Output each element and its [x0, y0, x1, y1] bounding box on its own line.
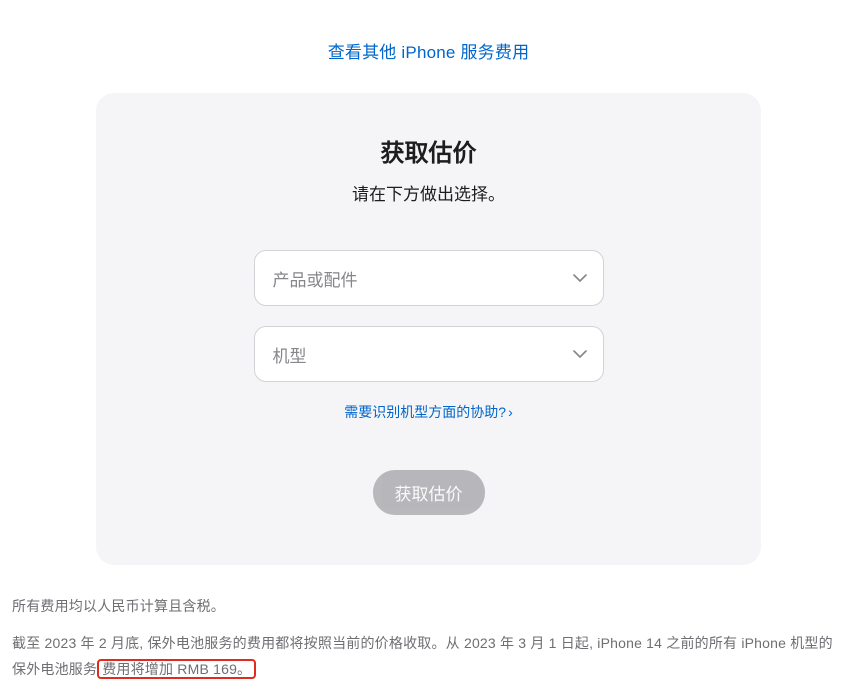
identify-model-help-link[interactable]: 需要识别机型方面的协助?› — [344, 404, 512, 420]
footer-note-2: 截至 2023 年 2 月底, 保外电池服务的费用都将按照当前的价格收取。从 2… — [12, 630, 845, 683]
chevron-right-icon: › — [508, 404, 513, 420]
model-select[interactable]: 机型 — [254, 326, 604, 382]
chevron-down-icon — [573, 274, 587, 282]
estimate-card: 获取估价 请在下方做出选择。 产品或配件 机型 需要识别机型方面的协助?› 获取… — [96, 93, 761, 565]
other-service-fees-link[interactable]: 查看其他 iPhone 服务费用 — [328, 43, 530, 62]
chevron-down-icon — [573, 350, 587, 358]
card-title: 获取估价 — [96, 133, 761, 168]
product-select-placeholder: 产品或配件 — [273, 266, 585, 291]
footer-note-1: 所有费用均以人民币计算且含税。 — [12, 593, 845, 620]
highlighted-text: 费用将增加 RMB 169。 — [97, 659, 256, 679]
footer-notes: 所有费用均以人民币计算且含税。 截至 2023 年 2 月底, 保外电池服务的费… — [0, 565, 857, 683]
get-estimate-button[interactable]: 获取估价 — [373, 470, 485, 515]
card-subtitle: 请在下方做出选择。 — [96, 180, 761, 205]
product-select[interactable]: 产品或配件 — [254, 250, 604, 306]
model-select-placeholder: 机型 — [273, 342, 585, 367]
